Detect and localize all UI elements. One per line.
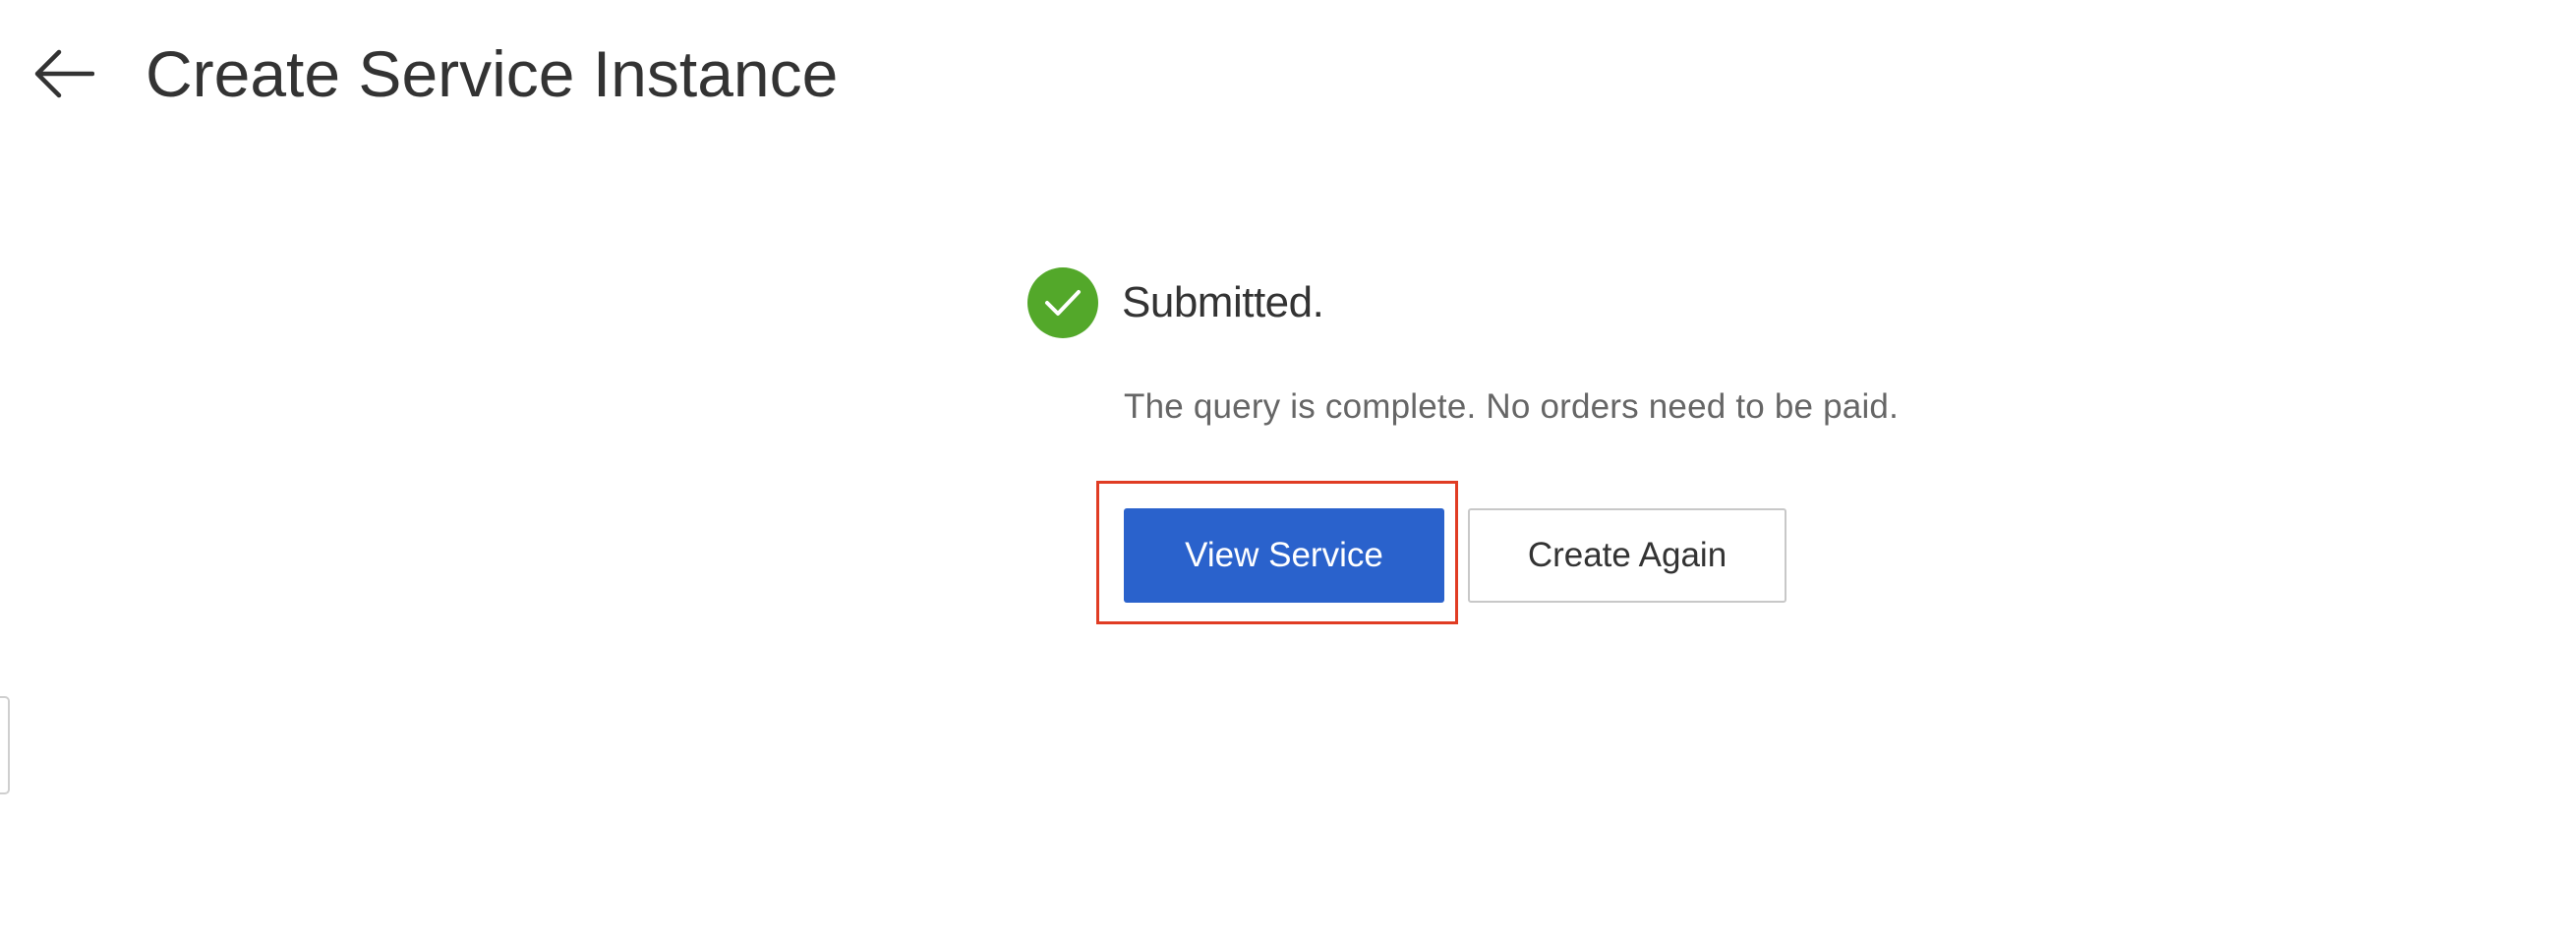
status-row: Submitted. <box>1027 265 1324 340</box>
arrow-left-icon <box>34 49 94 98</box>
result-actions: View Service Create Again <box>1096 481 1786 624</box>
check-circle-icon <box>1027 267 1098 338</box>
create-again-button[interactable]: Create Again <box>1468 508 1786 603</box>
checkmark-icon <box>1045 290 1081 316</box>
status-text: Submitted. <box>1122 278 1324 326</box>
page-header: Create Service Instance <box>29 29 838 118</box>
page-title: Create Service Instance <box>146 37 839 110</box>
side-panel-handle[interactable] <box>0 696 10 794</box>
view-service-button[interactable]: View Service <box>1124 508 1444 603</box>
result-panel: Submitted. The query is complete. No ord… <box>1027 265 1899 624</box>
result-message: The query is complete. No orders need to… <box>1124 387 1900 426</box>
back-button[interactable] <box>29 39 98 108</box>
